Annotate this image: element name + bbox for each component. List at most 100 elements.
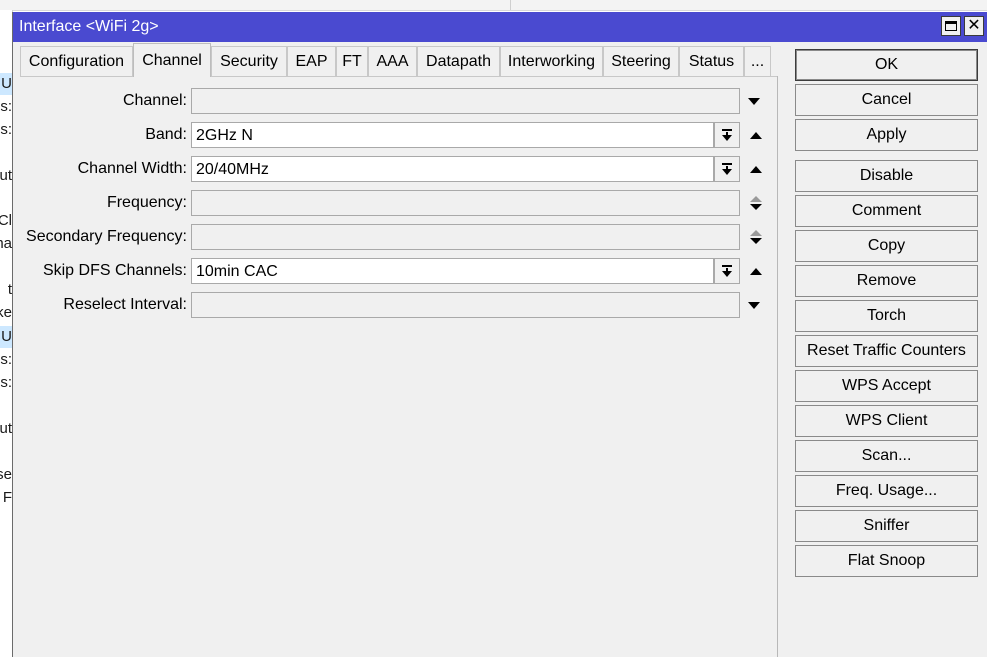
channel-width-label: Channel Width: bbox=[77, 160, 187, 177]
channel-width-collapse-button[interactable] bbox=[748, 156, 764, 182]
frequency-label: Frequency: bbox=[106, 194, 187, 211]
frequency-updown-button[interactable] bbox=[748, 190, 764, 216]
tab-eap[interactable]: EAP bbox=[287, 46, 336, 76]
channel-row: Channel: bbox=[13, 88, 773, 116]
tab-label: FT bbox=[342, 52, 362, 70]
chevron-up-icon bbox=[750, 267, 762, 275]
flat-snoop-button[interactable]: Flat Snoop bbox=[795, 545, 978, 577]
band-label: Band: bbox=[145, 126, 187, 143]
tab-security[interactable]: Security bbox=[211, 46, 287, 76]
window-title: Interface <WiFi 2g> bbox=[19, 18, 159, 35]
background-text: ut bbox=[0, 167, 12, 184]
channel-label: Channel: bbox=[122, 92, 187, 109]
chevron-up-icon bbox=[750, 131, 762, 139]
tab-datapath[interactable]: Datapath bbox=[417, 46, 500, 76]
channel-width-row: Channel Width: 20/40MHz bbox=[13, 156, 773, 184]
tab-label: Channel bbox=[142, 51, 202, 69]
dropdown-icon bbox=[722, 163, 732, 175]
close-button[interactable]: ✕ bbox=[964, 16, 984, 36]
freq-usage-button[interactable]: Freq. Usage... bbox=[795, 475, 978, 507]
torch-button[interactable]: Torch bbox=[795, 300, 978, 332]
ok-button[interactable]: OK bbox=[795, 49, 978, 81]
secondary-frequency-field[interactable] bbox=[191, 224, 740, 250]
background-text: se bbox=[0, 466, 12, 483]
band-collapse-button[interactable] bbox=[748, 122, 764, 148]
tab-label: ... bbox=[750, 52, 765, 70]
frequency-row: Frequency: bbox=[13, 190, 773, 218]
reselect-interval-field[interactable] bbox=[191, 292, 740, 318]
reselect-interval-row: Reselect Interval: bbox=[13, 292, 773, 320]
channel-width-dropdown-button[interactable] bbox=[714, 156, 740, 182]
wps-accept-button[interactable]: WPS Accept bbox=[795, 370, 978, 402]
tab-channel[interactable]: Channel bbox=[133, 43, 211, 77]
maximize-icon bbox=[945, 21, 957, 31]
tab-label: Configuration bbox=[28, 52, 125, 70]
chevron-down-icon bbox=[748, 301, 760, 309]
up-down-icon bbox=[750, 230, 762, 244]
apply-button[interactable]: Apply bbox=[795, 119, 978, 151]
background-text: Cl bbox=[0, 212, 12, 229]
panel-divider bbox=[777, 76, 778, 657]
tab-more[interactable]: ... bbox=[744, 46, 771, 76]
secondary-frequency-updown-button[interactable] bbox=[748, 224, 764, 250]
skip-dfs-row: Skip DFS Channels: 10min CAC bbox=[13, 258, 773, 286]
close-icon: ✕ bbox=[967, 17, 981, 34]
background-text: ke bbox=[0, 304, 12, 321]
reset-traffic-counters-button[interactable]: Reset Traffic Counters bbox=[795, 335, 978, 367]
maximize-button[interactable] bbox=[941, 16, 961, 36]
background-text: na bbox=[0, 235, 12, 252]
tab-ft[interactable]: FT bbox=[336, 46, 368, 76]
tab-label: Interworking bbox=[507, 52, 596, 70]
tab-label: Steering bbox=[611, 52, 671, 70]
background-toolbar bbox=[0, 0, 987, 11]
secondary-frequency-label: Secondary Frequency: bbox=[26, 228, 187, 245]
background-text: s: bbox=[0, 98, 12, 115]
window-titlebar[interactable]: Interface <WiFi 2g> ✕ bbox=[13, 12, 987, 42]
disable-button[interactable]: Disable bbox=[795, 160, 978, 192]
skip-dfs-collapse-button[interactable] bbox=[748, 258, 764, 284]
tab-label: EAP bbox=[295, 52, 328, 70]
secondary-frequency-row: Secondary Frequency: bbox=[13, 224, 773, 252]
dropdown-icon bbox=[722, 265, 732, 277]
skip-dfs-dropdown-button[interactable] bbox=[714, 258, 740, 284]
up-down-icon bbox=[750, 196, 762, 210]
tab-status[interactable]: Status bbox=[679, 46, 744, 76]
channel-field[interactable] bbox=[191, 88, 740, 114]
cancel-button[interactable]: Cancel bbox=[795, 84, 978, 116]
tab-label: Security bbox=[220, 52, 278, 70]
tab-configuration[interactable]: Configuration bbox=[20, 46, 133, 76]
background-text: s: bbox=[0, 374, 12, 391]
background-text: U bbox=[1, 75, 12, 92]
tab-label: Datapath bbox=[426, 52, 491, 70]
band-row: Band: 2GHz N bbox=[13, 122, 773, 150]
tab-interworking[interactable]: Interworking bbox=[500, 46, 603, 76]
tab-aaa[interactable]: AAA bbox=[368, 46, 417, 76]
comment-button[interactable]: Comment bbox=[795, 195, 978, 227]
reselect-interval-label: Reselect Interval: bbox=[63, 296, 187, 313]
band-select[interactable]: 2GHz N bbox=[191, 122, 714, 148]
frequency-field[interactable] bbox=[191, 190, 740, 216]
interface-window: Interface <WiFi 2g> ✕ Configuration Chan… bbox=[12, 12, 987, 657]
tab-label: AAA bbox=[376, 52, 409, 70]
chevron-down-icon bbox=[748, 97, 760, 105]
channel-width-select[interactable]: 20/40MHz bbox=[191, 156, 714, 182]
copy-button[interactable]: Copy bbox=[795, 230, 978, 262]
background-text: U bbox=[1, 328, 12, 345]
wps-client-button[interactable]: WPS Client bbox=[795, 405, 978, 437]
background-text: s: bbox=[0, 351, 12, 368]
background-text: d F bbox=[0, 489, 12, 506]
skip-dfs-select[interactable]: 10min CAC bbox=[191, 258, 714, 284]
background-text: ut bbox=[0, 420, 12, 437]
background-text: s: bbox=[0, 121, 12, 138]
skip-dfs-label: Skip DFS Channels: bbox=[42, 262, 187, 279]
chevron-up-icon bbox=[750, 165, 762, 173]
tab-label: Status bbox=[688, 52, 735, 70]
sniffer-button[interactable]: Sniffer bbox=[795, 510, 978, 542]
channel-expand-button[interactable] bbox=[746, 88, 762, 114]
dropdown-icon bbox=[722, 129, 732, 141]
reselect-interval-expand-button[interactable] bbox=[746, 292, 762, 318]
band-dropdown-button[interactable] bbox=[714, 122, 740, 148]
remove-button[interactable]: Remove bbox=[795, 265, 978, 297]
scan-button[interactable]: Scan... bbox=[795, 440, 978, 472]
tab-steering[interactable]: Steering bbox=[603, 46, 679, 76]
